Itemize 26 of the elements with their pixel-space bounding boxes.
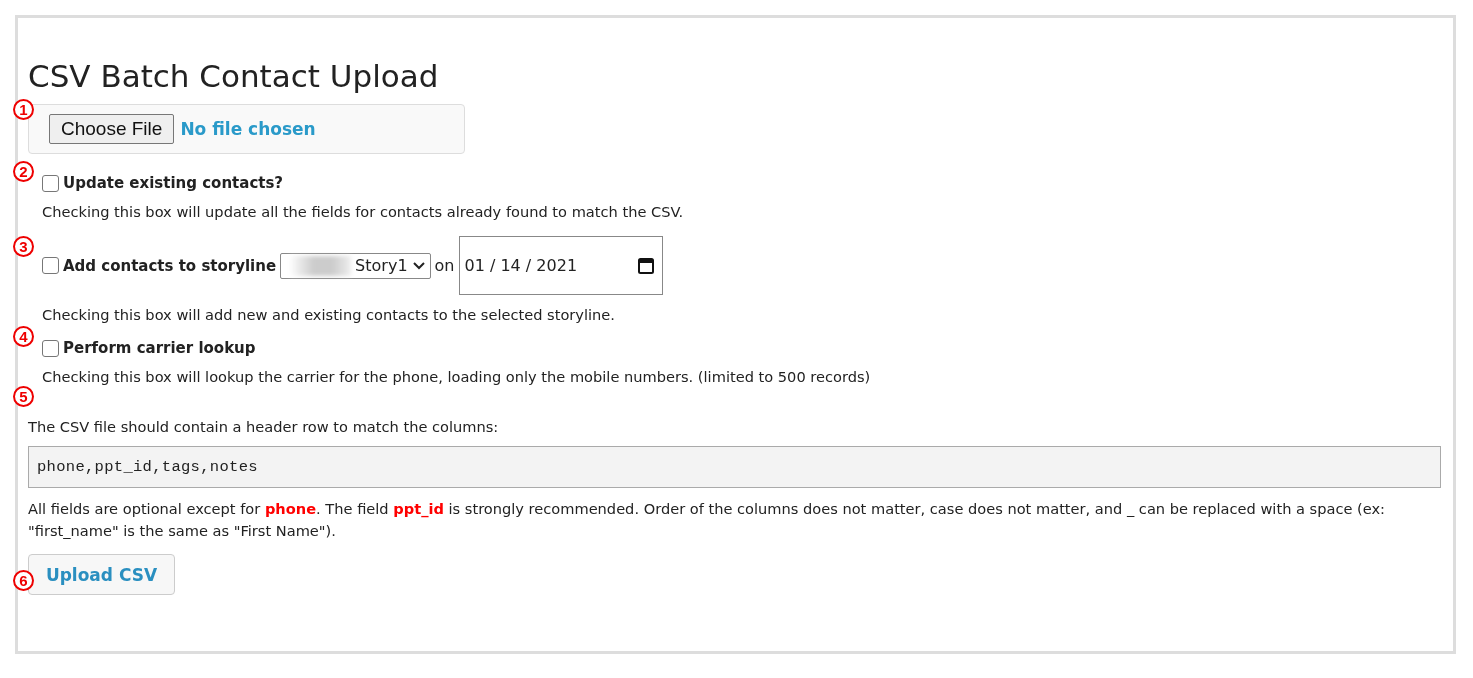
checkbox[interactable] [42, 174, 59, 192]
step-marker: 3 [13, 236, 34, 257]
step-marker: 4 [13, 326, 34, 347]
option-description: Checking this box will add new and existing contacts to the selected storyline. [42, 305, 616, 325]
page-title: CSV Batch Contact Upload [28, 57, 440, 96]
on-label: on [434, 256, 455, 275]
option-description: Checking this box will lookup the carrier for the phone, loading only the mobile numbers. (limited to 500 records) [42, 367, 872, 387]
step-marker: 5 [13, 386, 34, 407]
option-label: Add contacts to storyline [63, 256, 277, 275]
date-input[interactable]: 01 / 14 / 2021 [458, 236, 663, 295]
option-label: Perform carrier lookup [63, 339, 256, 357]
calendar-icon [637, 257, 654, 274]
columns-intro: The CSV file should contain a header row to match the columns: [28, 417, 500, 437]
option-description: Checking this box will update all the fields for contacts already found to match the CSV. [42, 202, 685, 222]
step-marker: 1 [13, 99, 34, 120]
checkbox[interactable] [42, 257, 59, 274]
redacted-text [289, 255, 352, 276]
columns-code: phone,ppt_id,tags,notes [28, 446, 1441, 488]
storyline-select[interactable]: Story1 [280, 252, 431, 279]
checkbox[interactable] [42, 339, 59, 357]
step-marker: 2 [13, 161, 34, 182]
fields-note: All fields are optional except for phone. The field ppt_id is strongly recommended. Order of the columns does not matter, case does not matter, and _ can be replaced with a space (ex: "first_name" is the same as "First Name"). [28, 499, 1387, 541]
choose-file-button[interactable]: Choose File [49, 114, 175, 144]
option-label: Update existing contacts? [63, 174, 284, 192]
chevron-down-icon [411, 260, 426, 271]
file-status: No file chosen [180, 119, 316, 139]
